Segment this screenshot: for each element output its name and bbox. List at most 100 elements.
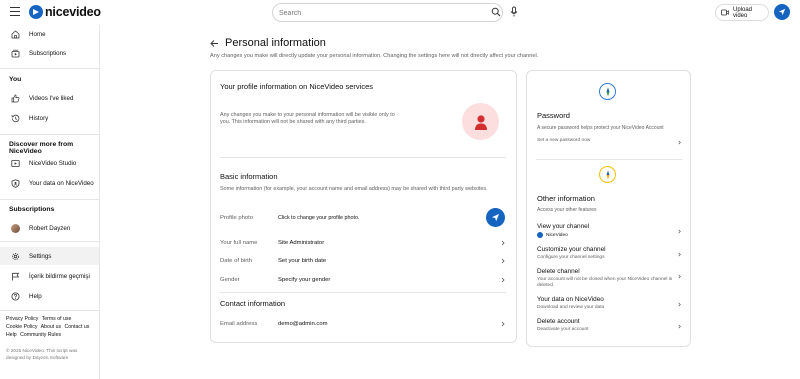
birth-date-row[interactable]: Date of birth Set your birth date <box>220 254 506 268</box>
account-avatar[interactable] <box>774 4 790 20</box>
sidebar-divider <box>0 199 99 200</box>
sidebar-item-label: History <box>29 114 49 122</box>
set-password-link[interactable]: Set a new password now <box>537 138 682 145</box>
upload-video-label: Upload video <box>733 6 753 19</box>
channel-name: NiceVideo <box>546 232 568 238</box>
sidebar-item-history[interactable]: History <box>0 109 99 127</box>
footer-link-help[interactable]: Help <box>6 332 17 338</box>
channel-chip: NiceVideo <box>537 232 682 238</box>
link-title: Delete account <box>537 318 580 325</box>
footer-link-terms[interactable]: Terms of use <box>42 316 72 322</box>
chevron-right-icon <box>501 277 505 283</box>
sidebar-item-help[interactable]: Help <box>0 287 99 305</box>
delete-channel-link[interactable]: Delete channel Your account will not be … <box>537 268 682 289</box>
sidebar-item-home[interactable]: Home <box>0 25 99 43</box>
footer-link-community[interactable]: Community Rules <box>20 332 61 338</box>
sidebar-section-subscriptions: Subscriptions <box>9 206 55 213</box>
footer-link-about[interactable]: About us <box>41 324 61 330</box>
send-icon <box>491 213 500 222</box>
link-title: Your data on NiceVideo <box>537 296 604 303</box>
row-value: Site Administrator <box>278 240 325 246</box>
help-icon <box>11 292 20 301</box>
view-channel-link[interactable]: View your channel NiceVideo <box>537 223 682 238</box>
sidebar-divider <box>0 134 99 135</box>
flag-icon <box>11 272 20 281</box>
sidebar-item-label: Robert Dayzen <box>29 224 71 232</box>
link-title: Delete channel <box>537 268 580 275</box>
customize-channel-link[interactable]: Customize your channel Configure your ch… <box>537 246 682 261</box>
email-row[interactable]: Email address demo@admin.com <box>220 317 506 331</box>
row-value: demo@admin.com <box>278 321 328 327</box>
search-input[interactable] <box>279 7 469 19</box>
other-info-title: Other information <box>537 194 595 203</box>
page-title: Personal information <box>225 37 326 49</box>
sidebar-item-your-data[interactable]: Your data on NiceVideo <box>0 174 99 192</box>
sidebar-item-label: Settings <box>29 252 52 260</box>
gender-row[interactable]: Gender Specify your gender <box>220 273 506 287</box>
chevron-right-icon <box>678 229 681 234</box>
back-arrow-icon[interactable] <box>210 39 219 48</box>
footer-link-contact[interactable]: Contact us <box>65 324 90 330</box>
mic-icon[interactable] <box>509 6 519 18</box>
user-icon <box>474 114 487 130</box>
sidebar-item-label: Videos I've liked <box>29 94 74 102</box>
home-icon <box>11 29 20 39</box>
password-compass-icon <box>599 83 616 100</box>
sidebar-item-subscriptions[interactable]: Subscriptions <box>0 44 99 62</box>
your-data-link[interactable]: Your data on NiceVideo Download and revi… <box>537 296 682 311</box>
top-bar: nicevideo Upload video <box>0 0 800 25</box>
delete-account-link[interactable]: Delete account Deactivate your account <box>537 318 682 333</box>
chevron-right-icon <box>678 274 681 279</box>
link-subtitle: Deactivate your account <box>537 327 589 332</box>
chevron-right-icon <box>501 321 505 327</box>
sidebar-item-label: Your data on NiceVideo <box>29 179 94 187</box>
row-label: Date of birth <box>220 258 253 264</box>
send-icon <box>778 8 786 16</box>
sidebar-item-label: İçerik bildirme geçmişi <box>29 272 90 280</box>
sidebar-item-studio[interactable]: NiceVideo Studio <box>0 154 99 172</box>
chevron-right-icon <box>501 258 505 264</box>
basic-info-desc: Some information (for example, your acco… <box>220 186 488 192</box>
row-label: Email address <box>220 321 258 327</box>
sidebar-item-liked-videos[interactable]: Videos I've liked <box>0 89 99 107</box>
profile-photo-row[interactable]: Profile photo Click to change your profi… <box>220 211 506 225</box>
basic-info-title: Basic information <box>220 172 278 181</box>
page-header: Personal information <box>210 37 326 49</box>
sidebar-divider <box>0 68 99 69</box>
sidebar-item-channel[interactable]: Robert Dayzen <box>0 219 99 237</box>
row-label: Gender <box>220 277 240 283</box>
page-description: Any changes you make will directly updat… <box>210 53 539 59</box>
row-value: Set your birth date <box>278 258 327 264</box>
video-camera-icon <box>721 9 729 16</box>
section-divider <box>536 159 682 160</box>
contact-info-title: Contact information <box>220 299 286 308</box>
menu-icon[interactable] <box>10 7 20 16</box>
set-password-label: Set a new password now <box>537 138 591 143</box>
link-title: Customize your channel <box>537 246 606 253</box>
full-name-row[interactable]: Your full name Site Administrator <box>220 236 506 250</box>
link-subtitle: Download and review your data <box>537 305 605 310</box>
sidebar-divider <box>0 310 99 311</box>
subscriptions-icon <box>11 49 20 58</box>
password-title: Password <box>537 111 570 120</box>
sidebar-item-label: Home <box>29 30 46 38</box>
search-box <box>272 3 503 22</box>
search-icon[interactable] <box>491 7 501 17</box>
footer-link-privacy[interactable]: Privacy Policy <box>6 316 38 322</box>
logo-icon <box>29 5 43 19</box>
footer-link-cookie[interactable]: Cookie Policy <box>6 324 37 330</box>
section-divider <box>220 157 506 158</box>
logo[interactable]: nicevideo <box>29 4 101 20</box>
channel-avatar-wrap <box>11 223 20 233</box>
like-icon <box>11 94 20 103</box>
upload-video-button[interactable]: Upload video <box>715 4 769 21</box>
chevron-right-icon <box>678 324 681 329</box>
sidebar-section-you: You <box>9 76 22 83</box>
change-photo-button[interactable] <box>486 208 505 227</box>
history-icon <box>11 114 20 123</box>
link-subtitle: Your account will not be closed when you… <box>537 277 673 288</box>
profile-section-text: Any changes you make to your personal in… <box>220 112 395 125</box>
sidebar-item-report-history[interactable]: İçerik bildirme geçmişi <box>0 267 99 285</box>
chevron-right-icon <box>678 140 681 145</box>
sidebar-item-settings[interactable]: Settings <box>0 247 99 265</box>
